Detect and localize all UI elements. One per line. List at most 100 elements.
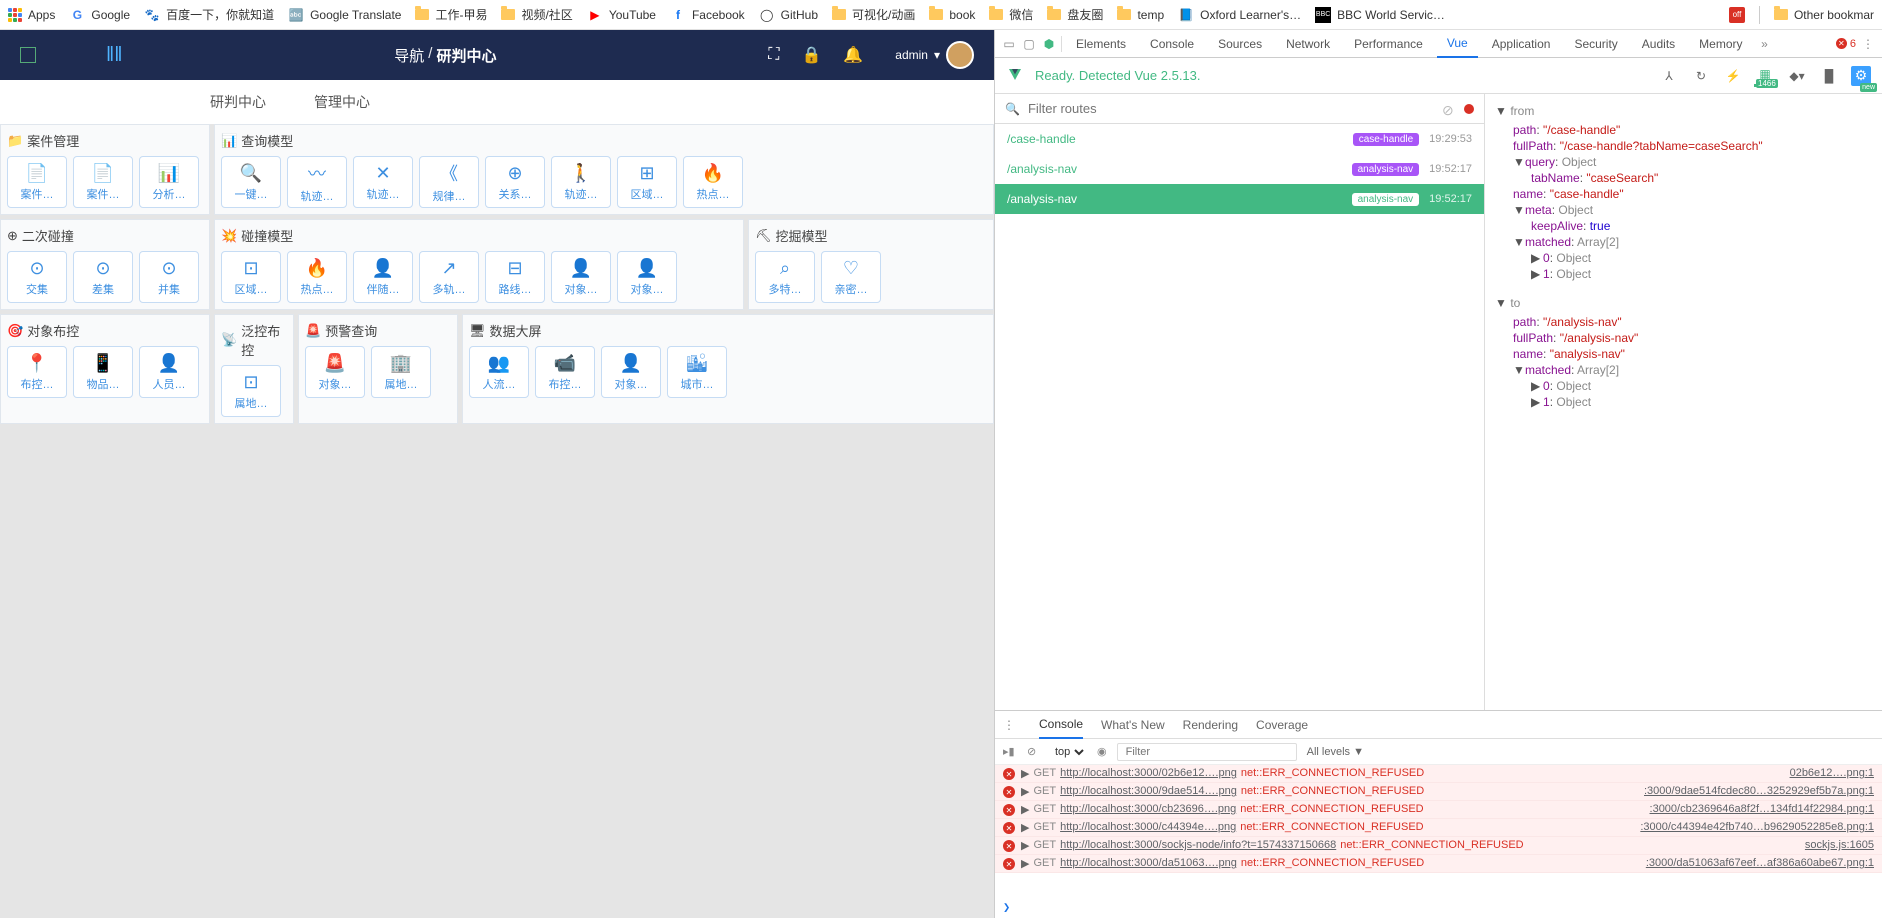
log-row[interactable]: ✕▶GET http://localhost:3000/02b6e12….png… — [995, 765, 1882, 783]
drawer-tab-console[interactable]: Console — [1039, 711, 1083, 739]
tab-application[interactable]: Application — [1482, 31, 1561, 57]
bookmark-folder-temp[interactable]: temp — [1117, 8, 1164, 22]
menu-icon[interactable]: ‖‖ — [106, 44, 123, 67]
kebab-icon[interactable]: ⋮ — [1860, 36, 1876, 52]
val-matched[interactable]: Array[2] — [1577, 235, 1619, 249]
log-source[interactable]: :3000/da51063af67eef…af386a60abe67.png:1 — [1646, 857, 1874, 870]
console-filter-input[interactable] — [1117, 743, 1297, 761]
bookmark-folder-work[interactable]: 工作-甲易 — [415, 6, 487, 23]
block-icon[interactable]: ⊘ — [1442, 102, 1456, 116]
live-expr-icon[interactable]: ◉ — [1097, 745, 1107, 758]
route-row[interactable]: /case-handlecase-handle19:29:53 — [995, 124, 1484, 154]
tile[interactable]: 📍布控… — [7, 346, 67, 398]
log-levels[interactable]: All levels ▼ — [1307, 746, 1364, 758]
tile[interactable]: 🚨对象… — [305, 346, 365, 398]
tab-elements[interactable]: Elements — [1066, 31, 1136, 57]
cube-icon[interactable]: ⬢ — [1041, 36, 1057, 52]
routing-icon[interactable]: ▦1466 — [1754, 65, 1776, 87]
drawer-tab-whatsnew[interactable]: What's New — [1101, 712, 1165, 738]
tab-vue[interactable]: Vue — [1437, 30, 1478, 58]
drawer-tab-coverage[interactable]: Coverage — [1256, 712, 1308, 738]
context-select[interactable]: top — [1051, 745, 1087, 759]
bookmark-extension[interactable]: off — [1729, 7, 1745, 23]
tile[interactable]: ⊙并集 — [139, 251, 199, 303]
log-source[interactable]: :3000/cb2369646a8f2f…134fd14f22984.png:1 — [1650, 803, 1874, 816]
clear-icon[interactable]: ⊘ — [1027, 745, 1041, 759]
tile[interactable]: 〰轨迹… — [287, 156, 347, 208]
tab-memory[interactable]: Memory — [1689, 31, 1752, 57]
drawer-tab-rendering[interactable]: Rendering — [1183, 712, 1238, 738]
tile[interactable]: 📄案件… — [7, 156, 67, 208]
bookmark-youtube[interactable]: ▶YouTube — [587, 7, 656, 23]
tile[interactable]: 👤伴随… — [353, 251, 413, 303]
inspect-icon[interactable]: ▭ — [1001, 36, 1017, 52]
bookmark-baidu[interactable]: 🐾百度一下，你就知道 — [144, 6, 274, 23]
tab-sources[interactable]: Sources — [1208, 31, 1272, 57]
components-icon[interactable]: ⅄ — [1658, 65, 1680, 87]
breadcrumb-item[interactable]: 研判中心 — [436, 45, 496, 66]
tile[interactable]: 👤对象… — [617, 251, 677, 303]
tile[interactable]: 📄案件… — [73, 156, 133, 208]
tab-security[interactable]: Security — [1564, 31, 1627, 57]
log-source[interactable]: :3000/c44394e42fb740…b9629052285e8.png:1 — [1640, 821, 1874, 834]
tile[interactable]: 🔥热点… — [683, 156, 743, 208]
bookmark-oxford[interactable]: 📘Oxford Learner's… — [1178, 7, 1301, 23]
tab-network[interactable]: Network — [1276, 31, 1340, 57]
console-prompt[interactable]: ❯ — [995, 896, 1882, 918]
fullscreen-icon[interactable]: ⛶ — [768, 46, 779, 64]
drawer-menu-icon[interactable]: ⋮ — [1003, 718, 1015, 732]
tab-manage[interactable]: 管理中心 — [314, 82, 370, 122]
more-tabs-icon[interactable]: » — [1757, 36, 1773, 52]
val-m0[interactable]: Object — [1556, 379, 1591, 393]
lock-icon[interactable]: 🔒 — [801, 45, 821, 65]
events-icon[interactable]: ⚡ — [1722, 65, 1744, 87]
tile[interactable]: ⊡属地… — [221, 365, 281, 417]
section-from[interactable]: from — [1510, 104, 1534, 118]
val-meta[interactable]: Object — [1558, 203, 1593, 217]
tile[interactable]: 🔥热点… — [287, 251, 347, 303]
val-m1[interactable]: Object — [1556, 395, 1591, 409]
log-row[interactable]: ✕▶GET http://localhost:3000/9dae514….png… — [995, 783, 1882, 801]
tile[interactable]: 📱物品… — [73, 346, 133, 398]
breadcrumb-item[interactable]: 导航 — [394, 45, 424, 66]
tile[interactable]: 《规律… — [419, 156, 479, 208]
bookmark-folder-panyouquan[interactable]: 盘友圈 — [1047, 6, 1103, 23]
user-menu[interactable]: admin ▾ — [895, 41, 974, 69]
tile[interactable]: ⊟路线… — [485, 251, 545, 303]
val-query[interactable]: Object — [1562, 155, 1597, 169]
tile[interactable]: 🏙城市… — [667, 346, 727, 398]
tile[interactable]: ♡亲密… — [821, 251, 881, 303]
log-row[interactable]: ✕▶GET http://localhost:3000/sockjs-node/… — [995, 837, 1882, 855]
log-row[interactable]: ✕▶GET http://localhost:3000/da51063….png… — [995, 855, 1882, 873]
tab-performance[interactable]: Performance — [1344, 31, 1433, 57]
val-m1[interactable]: Object — [1556, 267, 1591, 281]
log-row[interactable]: ✕▶GET http://localhost:3000/cb23696….png… — [995, 801, 1882, 819]
val-matched[interactable]: Array[2] — [1577, 363, 1619, 377]
tile[interactable]: ⊙交集 — [7, 251, 67, 303]
tile[interactable]: ↗多轨… — [419, 251, 479, 303]
log-source[interactable]: 02b6e12….png:1 — [1790, 767, 1874, 780]
tab-console[interactable]: Console — [1140, 31, 1204, 57]
log-row[interactable]: ✕▶GET http://localhost:3000/c44394e….png… — [995, 819, 1882, 837]
tile[interactable]: 🏢属地… — [371, 346, 431, 398]
bookmark-facebook[interactable]: fFacebook — [670, 7, 745, 23]
tile[interactable]: 📊分析… — [139, 156, 199, 208]
bookmark-gtranslate[interactable]: 🔤Google Translate — [288, 7, 401, 23]
tab-research[interactable]: 研判中心 — [210, 82, 266, 122]
log-source[interactable]: :3000/9dae514fcdec80…3252929ef5b7a.png:1 — [1644, 785, 1874, 798]
other-bookmarks[interactable]: Other bookmar — [1774, 8, 1874, 22]
tile[interactable]: ✕轨迹… — [353, 156, 413, 208]
route-row[interactable]: /analysis-navanalysis-nav19:52:17 — [995, 154, 1484, 184]
log-source[interactable]: sockjs.js:1605 — [1805, 839, 1874, 852]
record-icon[interactable] — [1464, 104, 1474, 114]
bookmark-bbc[interactable]: BBCBBC World Servic… — [1315, 7, 1445, 23]
tile[interactable]: 📹布控… — [535, 346, 595, 398]
tile[interactable]: ⊕关系… — [485, 156, 545, 208]
tile[interactable]: 🔍一键… — [221, 156, 281, 208]
val-m0[interactable]: Object — [1556, 251, 1591, 265]
tile[interactable]: 👤对象… — [551, 251, 611, 303]
tile[interactable]: ⊙差集 — [73, 251, 133, 303]
bookmark-folder-book[interactable]: book — [929, 8, 975, 22]
tile[interactable]: 👥人流… — [469, 346, 529, 398]
bookmark-folder-viz[interactable]: 可视化/动画 — [832, 6, 915, 23]
